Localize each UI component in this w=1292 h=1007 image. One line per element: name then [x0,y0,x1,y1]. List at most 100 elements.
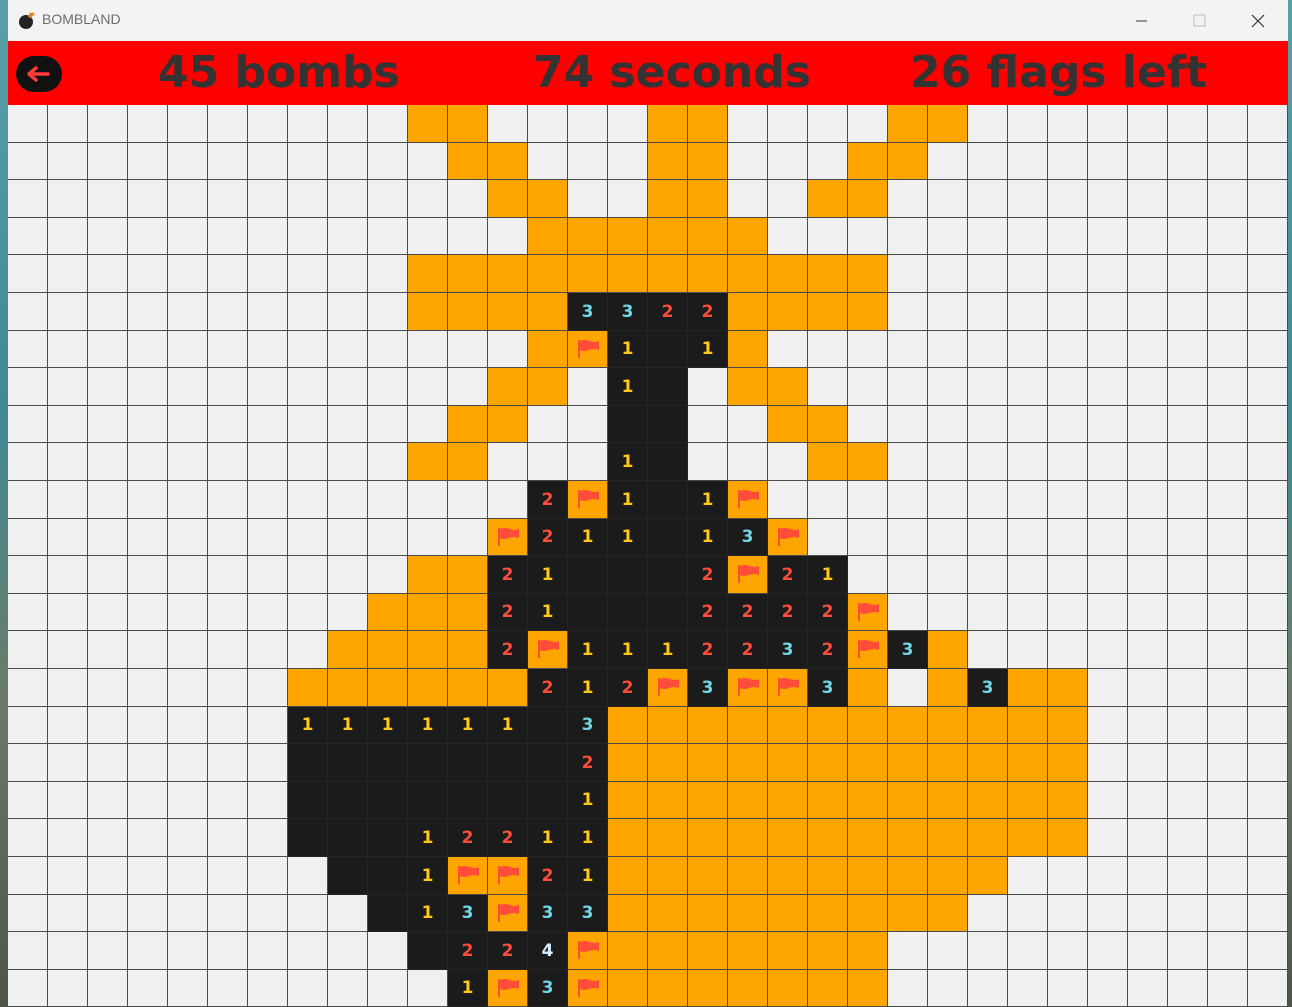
hidden-cell[interactable] [1208,744,1248,782]
hidden-cell[interactable] [248,293,288,331]
hidden-cell[interactable] [1248,218,1288,255]
hidden-cell[interactable] [1248,368,1288,406]
flagged-cell[interactable] [488,857,528,895]
hidden-cell[interactable] [248,556,288,594]
hidden-cell[interactable] [808,331,848,368]
hidden-cell[interactable] [1168,180,1208,218]
hidden-cell[interactable] [928,556,968,594]
number-cell[interactable]: 2 [488,819,528,857]
highlighted-cell[interactable] [448,406,488,443]
highlighted-cell[interactable] [488,180,528,218]
hidden-cell[interactable] [1008,932,1048,970]
hidden-cell[interactable] [128,895,168,932]
highlighted-cell[interactable] [448,556,488,594]
hidden-cell[interactable] [1088,857,1128,895]
hidden-cell[interactable] [1128,782,1168,819]
hidden-cell[interactable] [1208,255,1248,293]
hidden-cell[interactable] [128,970,168,1007]
hidden-cell[interactable] [1168,556,1208,594]
number-cell[interactable]: 1 [568,782,608,819]
hidden-cell[interactable] [808,519,848,556]
hidden-cell[interactable] [168,218,208,255]
hidden-cell[interactable] [928,293,968,331]
hidden-cell[interactable] [1128,594,1168,631]
hidden-cell[interactable] [1128,293,1168,331]
number-cell[interactable]: 2 [768,556,808,594]
hidden-cell[interactable] [968,556,1008,594]
hidden-cell[interactable] [48,180,88,218]
highlighted-cell[interactable] [1048,744,1088,782]
hidden-cell[interactable] [1088,782,1128,819]
highlighted-cell[interactable] [968,782,1008,819]
revealed-cell[interactable] [368,895,408,932]
highlighted-cell[interactable] [688,180,728,218]
highlighted-cell[interactable] [408,105,448,143]
number-cell[interactable]: 2 [488,594,528,631]
hidden-cell[interactable] [1128,669,1168,707]
number-cell[interactable]: 3 [728,519,768,556]
highlighted-cell[interactable] [968,707,1008,744]
revealed-cell[interactable] [288,744,328,782]
hidden-cell[interactable] [1048,481,1088,519]
highlighted-cell[interactable] [1008,819,1048,857]
hidden-cell[interactable] [968,443,1008,481]
highlighted-cell[interactable] [648,143,688,180]
highlighted-cell[interactable] [928,707,968,744]
hidden-cell[interactable] [1048,631,1088,669]
revealed-cell[interactable] [368,782,408,819]
hidden-cell[interactable] [168,895,208,932]
hidden-cell[interactable] [1128,932,1168,970]
hidden-cell[interactable] [1208,443,1248,481]
hidden-cell[interactable] [128,519,168,556]
hidden-cell[interactable] [1048,556,1088,594]
hidden-cell[interactable] [928,519,968,556]
hidden-cell[interactable] [208,631,248,669]
hidden-cell[interactable] [8,669,48,707]
hidden-cell[interactable] [1128,255,1168,293]
number-cell[interactable]: 2 [608,669,648,707]
hidden-cell[interactable] [1168,443,1208,481]
hidden-cell[interactable] [88,970,128,1007]
hidden-cell[interactable] [1088,406,1128,443]
hidden-cell[interactable] [208,782,248,819]
hidden-cell[interactable] [8,218,48,255]
highlighted-cell[interactable] [648,105,688,143]
hidden-cell[interactable] [328,443,368,481]
hidden-cell[interactable] [1248,594,1288,631]
highlighted-cell[interactable] [688,218,728,255]
highlighted-cell[interactable] [808,782,848,819]
hidden-cell[interactable] [968,218,1008,255]
highlighted-cell[interactable] [608,857,648,895]
number-cell[interactable]: 2 [528,669,568,707]
hidden-cell[interactable] [1088,932,1128,970]
hidden-cell[interactable] [48,481,88,519]
revealed-cell[interactable] [328,857,368,895]
flagged-cell[interactable] [528,631,568,669]
highlighted-cell[interactable] [808,932,848,970]
hidden-cell[interactable] [408,218,448,255]
flagged-cell[interactable] [768,519,808,556]
highlighted-cell[interactable] [968,819,1008,857]
hidden-cell[interactable] [1168,932,1208,970]
highlighted-cell[interactable] [408,631,448,669]
hidden-cell[interactable] [88,218,128,255]
highlighted-cell[interactable] [608,895,648,932]
hidden-cell[interactable] [1048,180,1088,218]
hidden-cell[interactable] [208,406,248,443]
highlighted-cell[interactable] [808,857,848,895]
hidden-cell[interactable] [488,105,528,143]
hidden-cell[interactable] [368,932,408,970]
revealed-cell[interactable] [408,782,448,819]
hidden-cell[interactable] [1088,819,1128,857]
hidden-cell[interactable] [1008,519,1048,556]
hidden-cell[interactable] [288,255,328,293]
number-cell[interactable]: 1 [568,819,608,857]
hidden-cell[interactable] [48,744,88,782]
hidden-cell[interactable] [8,631,48,669]
revealed-cell[interactable] [488,744,528,782]
hidden-cell[interactable] [288,331,328,368]
number-cell[interactable]: 1 [608,631,648,669]
highlighted-cell[interactable] [1048,819,1088,857]
highlighted-cell[interactable] [848,443,888,481]
highlighted-cell[interactable] [768,932,808,970]
